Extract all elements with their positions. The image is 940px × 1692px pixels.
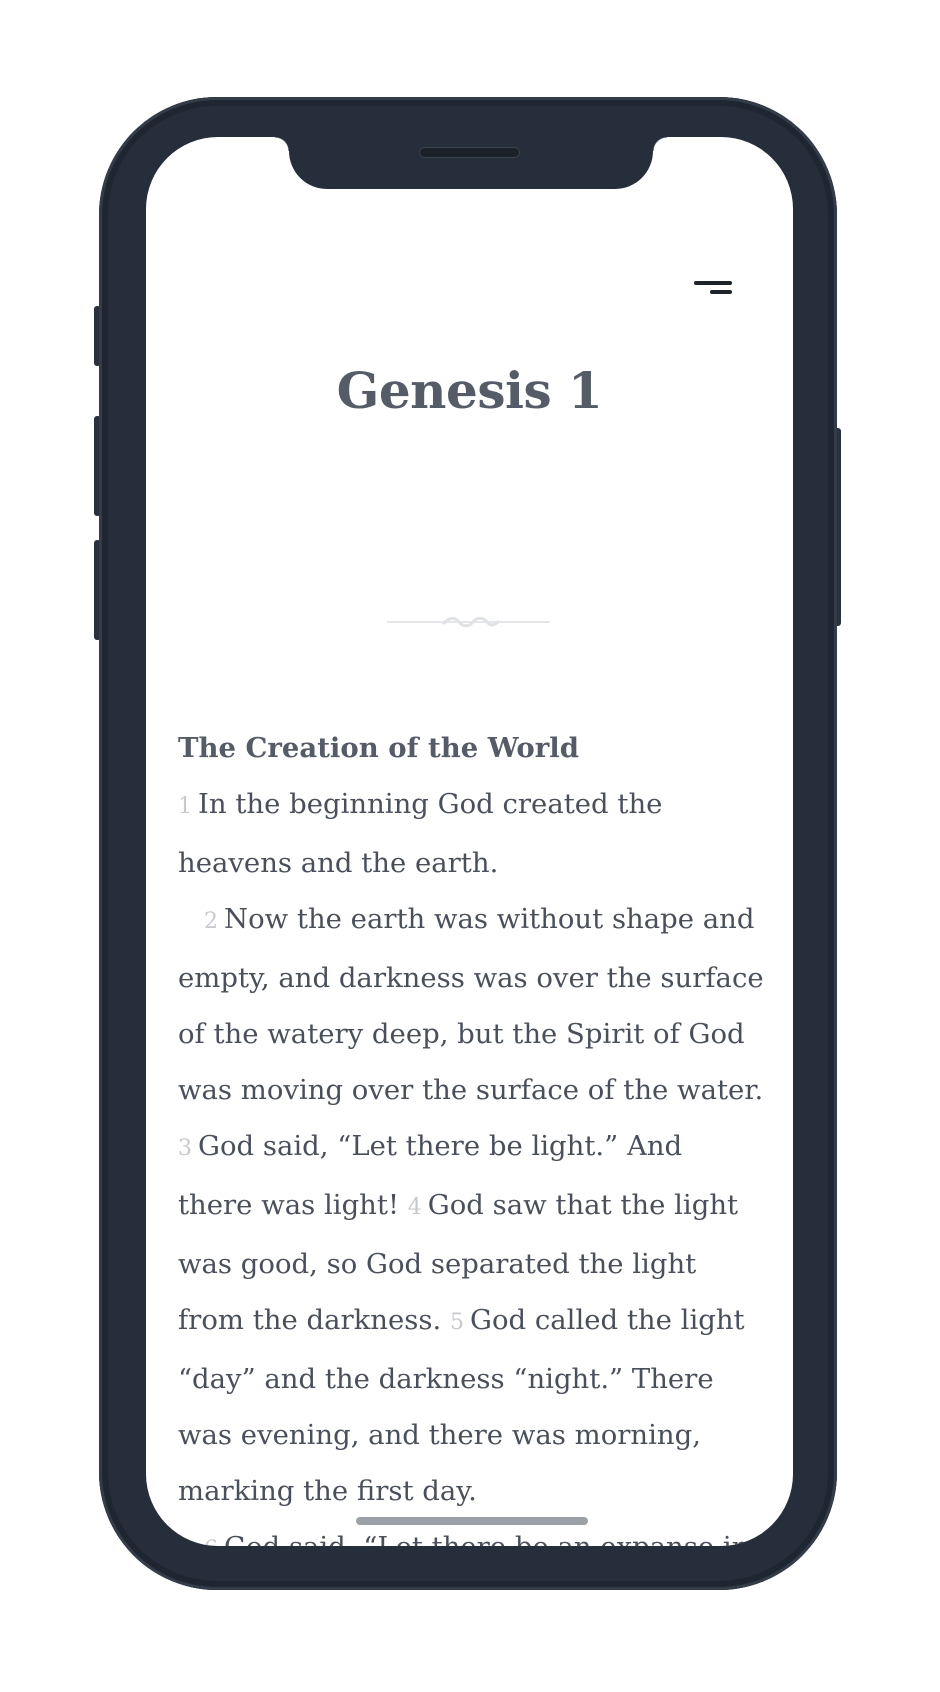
verse-number[interactable]: 4 (408, 1195, 422, 1220)
verse-number[interactable]: 6 (204, 1537, 218, 1546)
menu-icon-bar-short (710, 290, 732, 294)
ornament-divider-icon (387, 616, 550, 628)
reader-screen: Genesis 1 The Creation of the World 1 In … (146, 137, 793, 1546)
verse-text[interactable]: God said, “Let there be an expanse in th… (178, 1531, 749, 1546)
scripture-text: The Creation of the World 1 In the beginn… (178, 720, 764, 1546)
home-indicator[interactable] (356, 1517, 588, 1525)
paragraph: 2 Now the earth was without shape and emp… (178, 891, 764, 1519)
verse-number[interactable]: 1 (178, 794, 192, 819)
menu-icon[interactable] (694, 281, 732, 301)
paragraph: 1 In the beginning God created the heaven… (178, 776, 764, 891)
notch-corner-right (653, 137, 667, 151)
verse-number[interactable]: 3 (178, 1136, 192, 1161)
menu-icon-bar-long (694, 281, 732, 285)
section-heading: The Creation of the World (178, 732, 579, 764)
notch-corner-left (275, 137, 289, 151)
speaker-grille (419, 147, 520, 158)
device-stage: Genesis 1 The Creation of the World 1 In … (0, 0, 940, 1692)
notch (289, 137, 653, 189)
verse-text[interactable]: Now the earth was without shape and empt… (178, 903, 764, 1106)
verse-number[interactable]: 2 (204, 909, 218, 934)
chapter-title: Genesis 1 (336, 361, 603, 420)
verse-number[interactable]: 5 (450, 1310, 464, 1335)
verse-text[interactable]: In the beginning God created the heavens… (178, 788, 662, 879)
